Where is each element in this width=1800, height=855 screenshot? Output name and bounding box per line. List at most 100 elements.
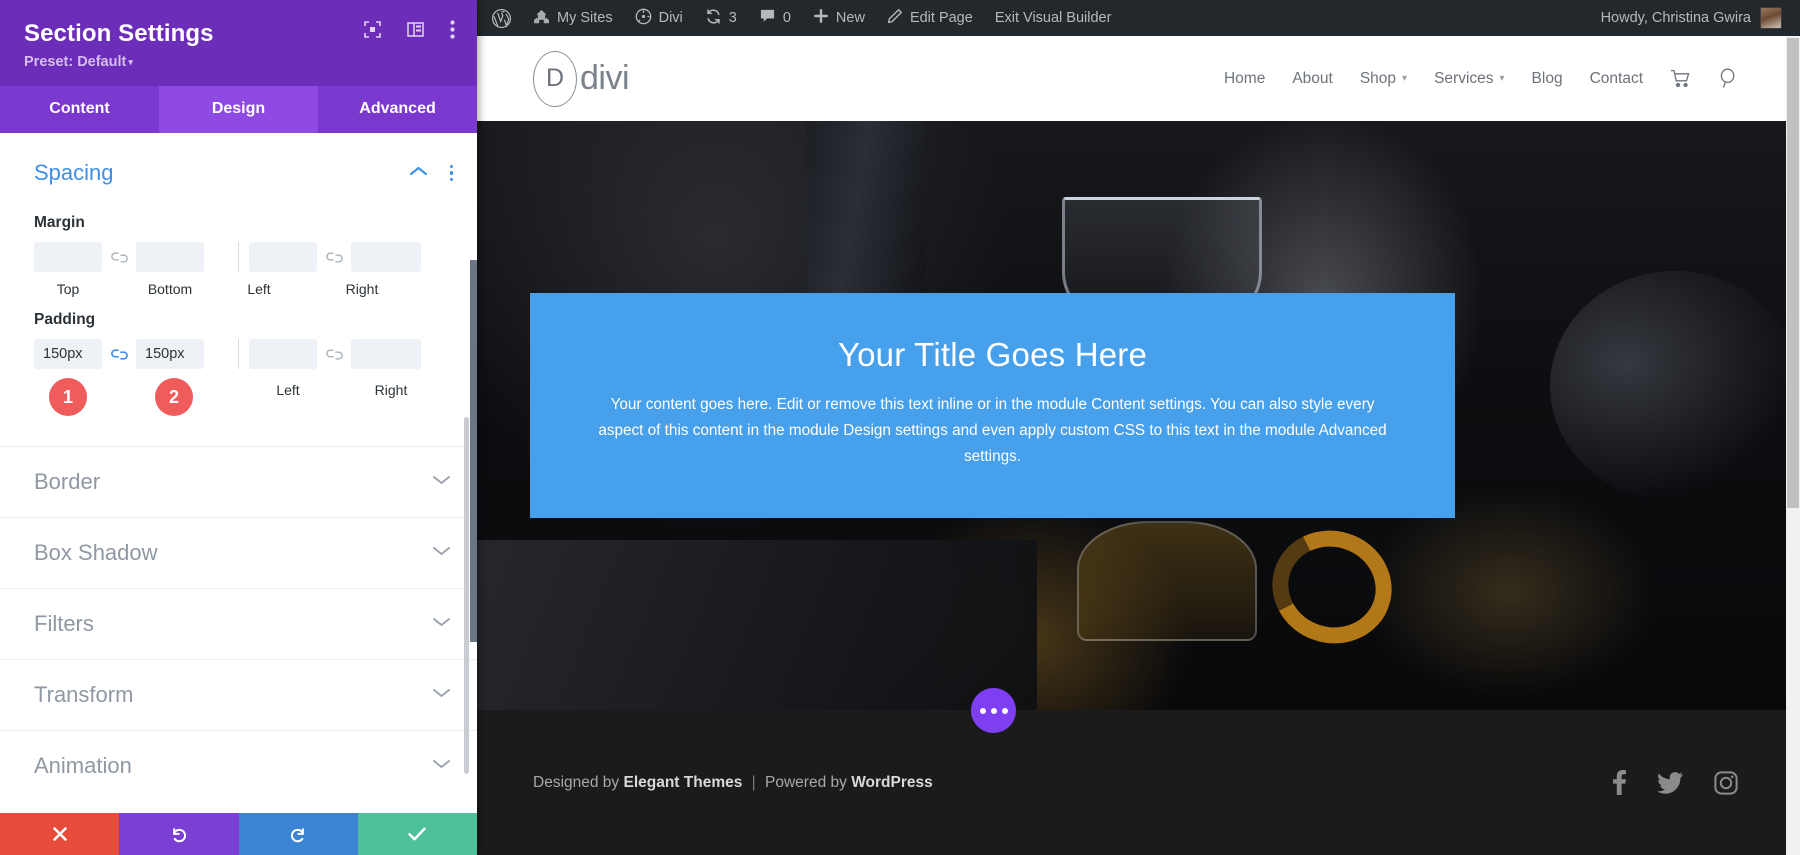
- padding-inputs-row: [34, 339, 443, 369]
- padding-divider: [238, 339, 239, 369]
- hero-peel-decoration: [1257, 515, 1407, 659]
- admin-bar-comments[interactable]: 0: [748, 0, 802, 36]
- margin-label: Margin: [34, 214, 85, 231]
- more-vertical-icon[interactable]: [450, 20, 455, 39]
- panel-body: Spacing Margin Top Bottom Left Right Pad…: [0, 133, 477, 813]
- margin-vertical-link-icon[interactable]: [102, 251, 136, 264]
- panel-viewport-edge: [470, 260, 477, 642]
- footer-powered-by: Powered by: [765, 773, 847, 791]
- section-settings-panel: Section Settings Preset: Default ▾ Conte…: [0, 0, 477, 855]
- logo-letter: D: [533, 50, 577, 107]
- nav-item-blog-label: Blog: [1531, 69, 1563, 87]
- padding-bottom-input[interactable]: [136, 339, 204, 369]
- margin-horizontal-link-icon[interactable]: [317, 251, 351, 264]
- main-navigation: Home About Shop ▾ Services ▾ Blog Contac: [1224, 68, 1738, 89]
- footer-social-links: [1613, 770, 1738, 795]
- site-header: D divi Home About Shop ▾ Services ▾ Blog…: [477, 36, 1800, 121]
- footer-credit: Designed by Elegant Themes | Powered by …: [533, 774, 933, 792]
- nav-item-home[interactable]: Home: [1224, 70, 1265, 88]
- panel-header-icons: [364, 20, 455, 39]
- admin-bar-edit-page[interactable]: Edit Page: [876, 0, 984, 36]
- search-icon[interactable]: [1718, 68, 1738, 89]
- hero-cocktail-decoration: [1077, 521, 1257, 641]
- footer-separator: |: [751, 773, 756, 791]
- margin-field-group: Margin Top Bottom Left Right: [0, 214, 477, 297]
- tab-design[interactable]: Design: [159, 86, 318, 133]
- hero-text-module[interactable]: Your Title Goes Here Your content goes h…: [530, 293, 1455, 518]
- panel-header: Section Settings Preset: Default ▾: [0, 0, 477, 86]
- nav-item-services[interactable]: Services ▾: [1434, 70, 1504, 88]
- admin-bar-divi[interactable]: Divi: [624, 0, 694, 36]
- margin-right-input[interactable]: [351, 242, 421, 272]
- margin-inputs-row: [34, 242, 443, 272]
- avatar: [1760, 7, 1782, 29]
- section-filters[interactable]: Filters: [0, 588, 477, 659]
- admin-bar-comments-count: 0: [782, 10, 791, 26]
- pencil-icon: [887, 8, 903, 28]
- comments-icon: [759, 8, 776, 28]
- cancel-button[interactable]: [0, 813, 120, 855]
- padding-horizontal-link-icon[interactable]: [317, 348, 351, 361]
- section-animation[interactable]: Animation: [0, 730, 477, 801]
- chevron-down-icon: ▾: [128, 57, 133, 67]
- section-border-label: Border: [34, 469, 101, 494]
- layout-icon[interactable]: [407, 21, 424, 38]
- instagram-icon[interactable]: [1714, 770, 1738, 795]
- viewport-scrollbar-thumb[interactable]: [1787, 38, 1799, 508]
- panel-scrollbar[interactable]: [464, 417, 469, 774]
- redo-button[interactable]: [238, 813, 358, 855]
- margin-divider: [238, 242, 239, 272]
- hero-fabric-decoration: [477, 540, 1037, 710]
- more-options-icon[interactable]: [971, 688, 1016, 733]
- section-box-shadow[interactable]: Box Shadow: [0, 517, 477, 588]
- chevron-down-icon: [432, 473, 451, 491]
- undo-button[interactable]: [119, 813, 239, 855]
- preset-selector[interactable]: Preset: Default ▾: [24, 54, 453, 70]
- section-border[interactable]: Border: [0, 446, 477, 517]
- padding-left-input[interactable]: [249, 339, 317, 369]
- twitter-icon[interactable]: [1657, 771, 1683, 794]
- nav-item-contact[interactable]: Contact: [1590, 70, 1643, 88]
- nav-item-shop[interactable]: Shop ▾: [1360, 70, 1407, 88]
- admin-bar-my-sites-label: My Sites: [557, 10, 613, 26]
- spacing-section-header[interactable]: Spacing: [0, 133, 477, 200]
- footer-platform[interactable]: WordPress: [851, 774, 933, 791]
- tab-advanced[interactable]: Advanced: [318, 86, 477, 133]
- nav-item-blog[interactable]: Blog: [1532, 70, 1563, 88]
- admin-bar-exit-visual-builder[interactable]: Exit Visual Builder: [984, 0, 1123, 36]
- padding-vertical-link-icon[interactable]: [102, 348, 136, 361]
- margin-top-input[interactable]: [34, 242, 102, 272]
- cart-icon[interactable]: [1670, 69, 1691, 88]
- sites-icon: [533, 9, 550, 28]
- footer-designer[interactable]: Elegant Themes: [623, 774, 742, 791]
- hero-section: Your Title Goes Here Your content goes h…: [477, 121, 1800, 710]
- chevron-up-icon[interactable]: [409, 164, 428, 182]
- facebook-icon[interactable]: [1613, 770, 1627, 795]
- site-logo[interactable]: D divi: [533, 50, 630, 107]
- divi-dashboard-icon: [635, 8, 652, 29]
- admin-bar-updates[interactable]: 3: [694, 0, 748, 36]
- admin-bar-my-sites[interactable]: My Sites: [522, 0, 624, 36]
- save-button[interactable]: [357, 813, 477, 855]
- tab-content[interactable]: Content: [0, 86, 159, 133]
- margin-bottom-input[interactable]: [136, 242, 204, 272]
- hero-body-text: Your content goes here. Edit or remove t…: [598, 395, 1387, 466]
- padding-right-caption: Right: [374, 382, 408, 398]
- updates-icon: [705, 8, 722, 29]
- focus-icon[interactable]: [364, 21, 381, 38]
- admin-bar-new[interactable]: New: [802, 0, 876, 36]
- padding-field-group: Padding 150px 150px 1 2 Left Right: [0, 311, 477, 420]
- wordpress-logo-icon[interactable]: [477, 0, 522, 36]
- admin-bar-updates-count: 3: [728, 10, 737, 26]
- spacing-more-icon[interactable]: [449, 164, 453, 182]
- site-preview-viewport: My Sites Divi 3 0 New Edit Page Exit Vis…: [477, 0, 1800, 855]
- padding-top-input[interactable]: [34, 339, 102, 369]
- wordpress-admin-bar: My Sites Divi 3 0 New Edit Page Exit Vis…: [477, 0, 1800, 36]
- nav-item-about[interactable]: About: [1292, 70, 1333, 88]
- padding-right-input[interactable]: [351, 339, 421, 369]
- admin-bar-account[interactable]: Howdy, Christina Gwira: [1590, 0, 1788, 36]
- section-transform[interactable]: Transform: [0, 659, 477, 730]
- margin-left-input[interactable]: [249, 242, 317, 272]
- panel-scroll-area: Spacing Margin Top Bottom Left Right Pad…: [0, 133, 477, 801]
- divi-visual-builder-screen: Section Settings Preset: Default ▾ Conte…: [0, 0, 1800, 855]
